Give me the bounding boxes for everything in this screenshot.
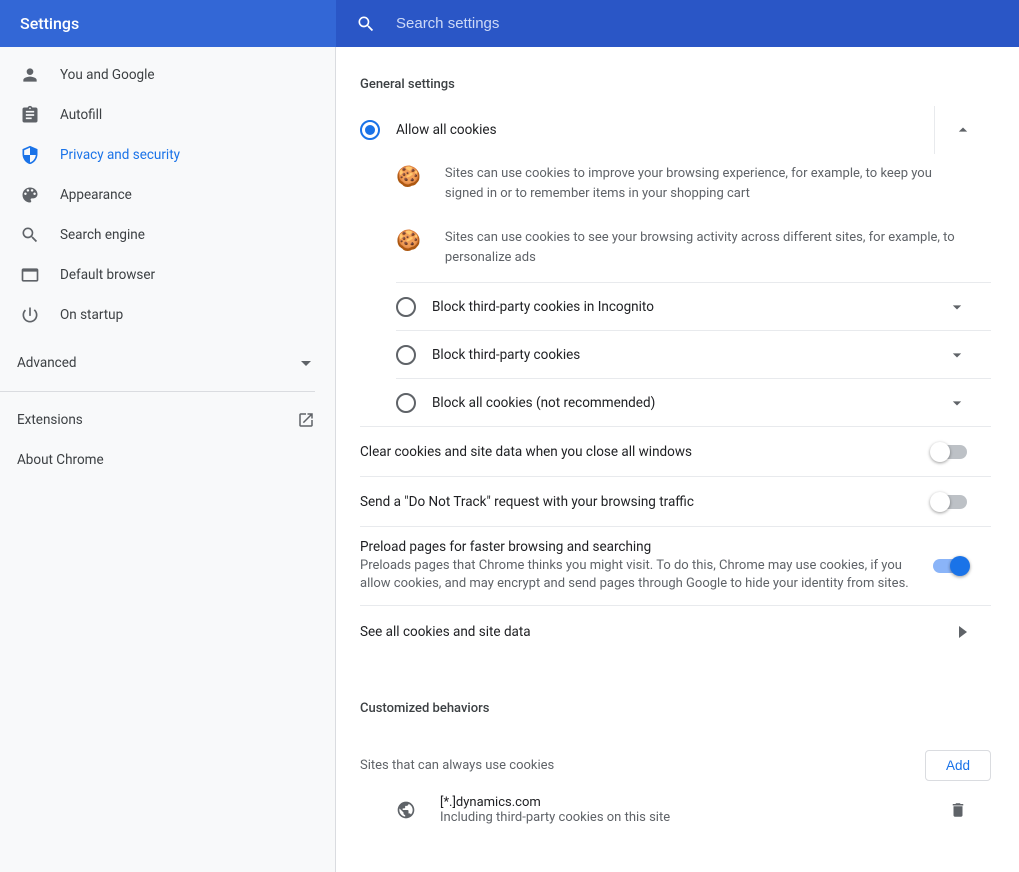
sidebar-item-on-startup[interactable]: On startup <box>0 295 335 335</box>
detail-text: Sites can use cookies to see your browsi… <box>445 228 967 268</box>
toggle-dnt[interactable]: Send a "Do Not Track" request with your … <box>360 476 991 526</box>
sidebar-item-label: Appearance <box>60 187 132 203</box>
collapse-button[interactable] <box>935 106 991 154</box>
header-bar: Settings <box>0 0 1019 47</box>
radio-label: Allow all cookies <box>396 122 910 138</box>
browser-icon <box>20 265 40 285</box>
trash-icon[interactable] <box>949 801 967 819</box>
advanced-label: Advanced <box>17 355 77 371</box>
radio-label: Block third-party cookies <box>432 347 947 363</box>
sidebar-item-appearance[interactable]: Appearance <box>0 175 335 215</box>
radio-icon <box>396 297 416 317</box>
toggle-switch[interactable] <box>933 445 967 459</box>
sidebar-item-extensions[interactable]: Extensions <box>0 400 335 440</box>
shield-icon <box>20 145 40 165</box>
power-icon <box>20 305 40 325</box>
radio-icon <box>360 120 380 140</box>
sidebar-item-label: Autofill <box>60 107 102 123</box>
site-pattern: [*.]dynamics.com <box>440 795 949 810</box>
sidebar-item-label: You and Google <box>60 67 155 83</box>
search-icon <box>20 225 40 245</box>
radio-icon <box>396 345 416 365</box>
sidebar-item-search-engine[interactable]: Search engine <box>0 215 335 255</box>
radio-label: Block all cookies (not recommended) <box>432 395 947 411</box>
toggle-label: Preload pages for faster browsing and se… <box>360 539 913 555</box>
sidebar-item-you-and-google[interactable]: You and Google <box>0 55 335 95</box>
cookie-icon: 🍪 <box>396 230 421 268</box>
customized-behaviors-title: Customized behaviors <box>360 701 991 716</box>
toggle-switch[interactable] <box>933 495 967 509</box>
sidebar-item-about[interactable]: About Chrome <box>0 440 335 480</box>
caret-down-icon <box>301 361 311 366</box>
toggle-label: Clear cookies and site data when you clo… <box>360 444 913 460</box>
toggle-clear-on-exit[interactable]: Clear cookies and site data when you clo… <box>360 426 991 476</box>
chevron-down-icon <box>947 297 967 317</box>
sidebar-item-label: Search engine <box>60 227 145 243</box>
see-all-cookies-link[interactable]: See all cookies and site data <box>360 605 991 657</box>
sites-always-label: Sites that can always use cookies <box>360 758 554 773</box>
sidebar: You and Google Autofill Privacy and secu… <box>0 47 336 872</box>
toggle-preload[interactable]: Preload pages for faster browsing and se… <box>360 526 991 605</box>
chevron-right-icon <box>959 626 967 638</box>
chevron-down-icon <box>947 393 967 413</box>
link-label: See all cookies and site data <box>360 624 959 640</box>
sites-always-row: Sites that can always use cookies Add <box>360 750 991 781</box>
cookie-icon: 🍪 <box>396 166 421 204</box>
sidebar-item-default-browser[interactable]: Default browser <box>0 255 335 295</box>
page-title: Settings <box>20 14 79 33</box>
sidebar-divider <box>0 391 315 392</box>
site-entry: [*.]dynamics.com Including third-party c… <box>360 781 991 839</box>
radio-icon <box>396 393 416 413</box>
sidebar-item-label: Privacy and security <box>60 147 180 163</box>
radio-label: Block third-party cookies in Incognito <box>432 299 947 315</box>
toggle-sub-label: Preloads pages that Chrome thinks you mi… <box>360 557 913 593</box>
search-icon <box>356 14 376 34</box>
clipboard-icon <box>20 105 40 125</box>
chevron-down-icon <box>947 345 967 365</box>
header-left: Settings <box>0 0 336 47</box>
sidebar-item-privacy-security[interactable]: Privacy and security <box>0 135 335 175</box>
open-in-new-icon <box>297 411 315 429</box>
cookie-detail-2: 🍪 Sites can use cookies to see your brow… <box>360 218 991 282</box>
cookie-detail-1: 🍪 Sites can use cookies to improve your … <box>360 154 991 218</box>
sidebar-advanced-toggle[interactable]: Advanced <box>0 343 335 383</box>
globe-icon <box>396 800 416 820</box>
radio-block-third-party[interactable]: Block third-party cookies <box>396 330 991 378</box>
search-input[interactable] <box>396 15 796 32</box>
toggle-label: Send a "Do Not Track" request with your … <box>360 494 913 510</box>
radio-block-third-party-incognito[interactable]: Block third-party cookies in Incognito <box>396 282 991 330</box>
detail-text: Sites can use cookies to improve your br… <box>445 164 967 204</box>
about-label: About Chrome <box>17 452 104 468</box>
main-content: General settings Allow all cookies 🍪 Sit… <box>336 47 1019 872</box>
extensions-label: Extensions <box>17 412 83 428</box>
header-search-area <box>336 0 1019 47</box>
palette-icon <box>20 185 40 205</box>
sidebar-item-label: Default browser <box>60 267 155 283</box>
add-button[interactable]: Add <box>925 750 991 781</box>
radio-block-all[interactable]: Block all cookies (not recommended) <box>396 378 991 426</box>
person-icon <box>20 65 40 85</box>
radio-allow-all-cookies[interactable]: Allow all cookies <box>360 106 934 154</box>
toggle-switch[interactable] <box>933 559 967 573</box>
sidebar-item-autofill[interactable]: Autofill <box>0 95 335 135</box>
chevron-up-icon <box>953 120 973 140</box>
site-sub: Including third-party cookies on this si… <box>440 810 949 825</box>
sidebar-item-label: On startup <box>60 307 123 323</box>
section-title: General settings <box>360 77 991 92</box>
